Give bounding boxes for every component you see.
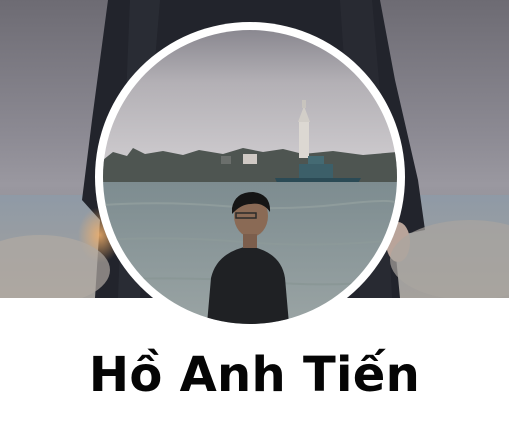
profile-picture[interactable]: [95, 22, 405, 332]
profile-header: Hồ Anh Tiến: [0, 0, 509, 431]
avatar: [103, 30, 397, 324]
profile-name: Hồ Anh Tiến: [88, 347, 421, 403]
